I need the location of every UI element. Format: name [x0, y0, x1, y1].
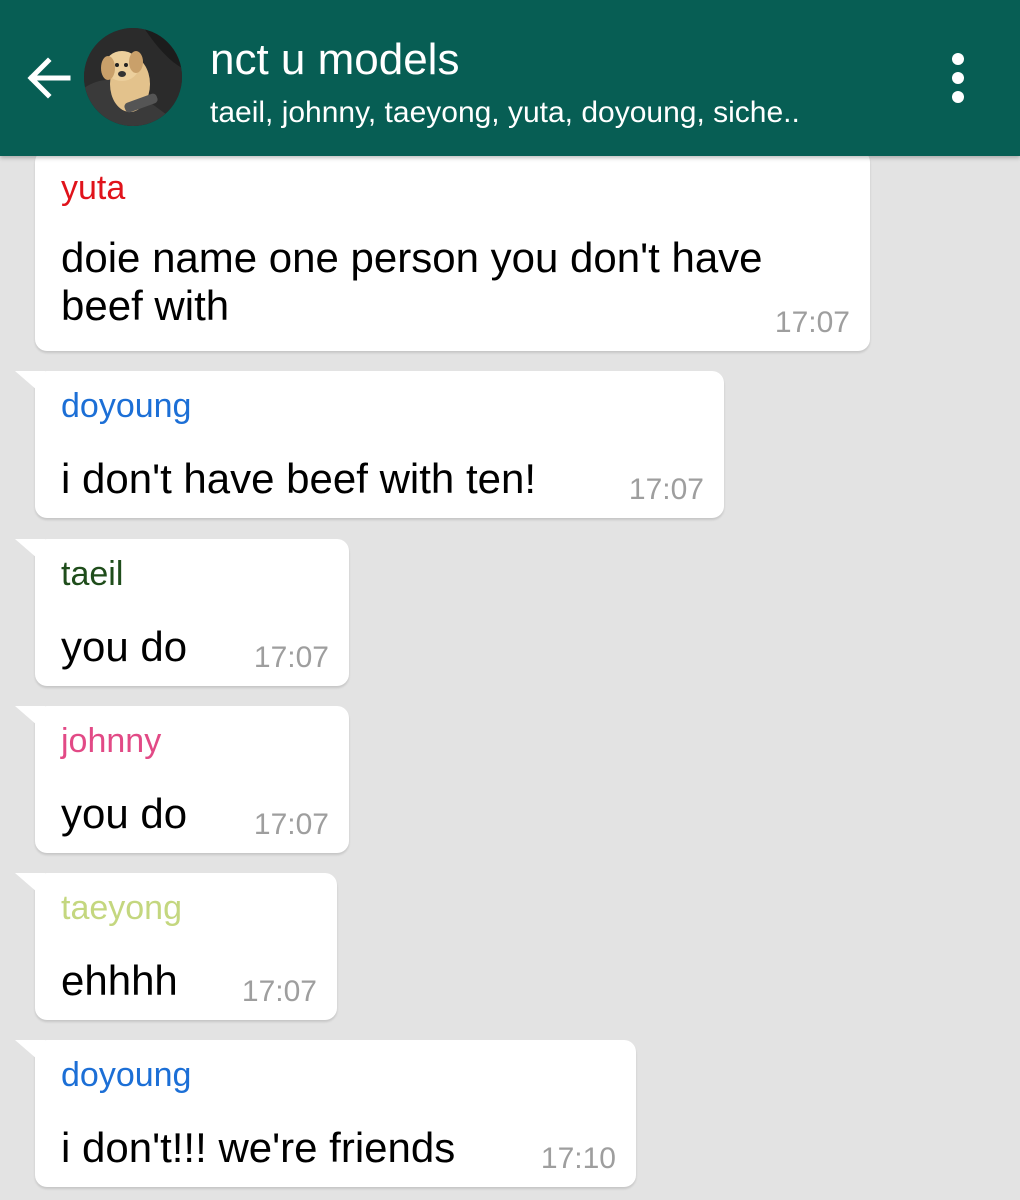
arrow-left-icon [27, 57, 71, 99]
message-text: ehhhh [61, 957, 178, 1004]
bubble-tail [15, 706, 45, 732]
chat-title[interactable]: nct u models [210, 34, 459, 86]
group-avatar[interactable] [84, 28, 182, 126]
message-bubble[interactable]: doyoung i don't!!! we're friends 17:10 [15, 1040, 636, 1187]
bubble-tail [15, 1040, 45, 1066]
sender-name: doyoung [61, 1056, 192, 1094]
message-time: 17:07 [241, 975, 317, 1008]
menu-button[interactable] [934, 48, 982, 108]
message-bubble[interactable]: doyoung i don't have beef with ten! 17:0… [15, 371, 724, 518]
sender-name: doyoung [61, 387, 192, 425]
chat-participants[interactable]: taeil, johnny, taeyong, yuta, doyoung, s… [210, 94, 800, 132]
message-list[interactable]: yuta doie name one person you don't have… [0, 0, 1020, 1200]
message-bubble[interactable]: yuta doie name one person you don't have… [35, 150, 870, 351]
message-bubble[interactable]: johnny you do 17:07 [15, 706, 349, 853]
message-bubble[interactable]: taeil you do 17:07 [15, 539, 349, 686]
sender-name: taeil [61, 555, 124, 593]
message-time: 17:07 [253, 641, 329, 674]
sender-name: yuta [61, 169, 126, 207]
more-vertical-icon [952, 53, 964, 103]
message-time: 17:10 [540, 1142, 616, 1175]
puppy-photo [84, 28, 182, 126]
message-text: i don't have beef with ten! [61, 455, 537, 502]
message-time: 17:07 [774, 306, 850, 339]
bubble-tail [15, 371, 45, 397]
message-time: 17:07 [628, 473, 704, 506]
back-button[interactable] [18, 48, 78, 108]
message-bubble[interactable]: taeyong ehhhh 17:07 [15, 873, 337, 1020]
sender-name: taeyong [61, 889, 182, 927]
message-text: you do [61, 790, 188, 837]
bubble-tail [15, 873, 45, 899]
bubble-tail [15, 539, 45, 565]
message-text: you do [61, 623, 188, 670]
chat-header: nct u models taeil, johnny, taeyong, yut… [0, 0, 1020, 156]
message-time: 17:07 [253, 808, 329, 841]
message-text: i don't!!! we're friends [61, 1124, 456, 1171]
message-text: doie name one person you don't have beef… [61, 234, 763, 329]
sender-name: johnny [61, 722, 162, 760]
